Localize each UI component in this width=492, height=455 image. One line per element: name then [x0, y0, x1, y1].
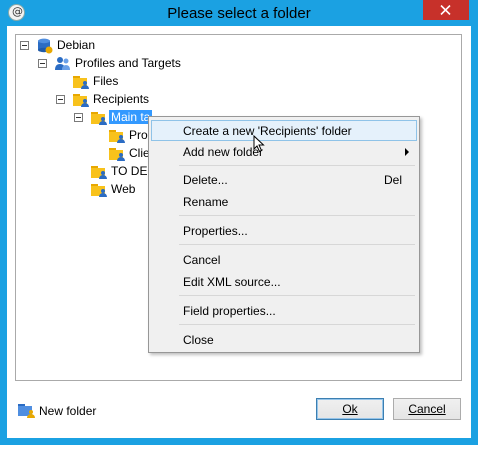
window-title: Please select a folder — [167, 5, 311, 22]
submenu-arrow-icon — [405, 148, 409, 156]
collapse-toggle-debian[interactable] — [20, 41, 29, 50]
menu-item-close[interactable]: Close — [151, 329, 417, 350]
tree-node-profiles-and-targets[interactable]: Profiles and Targets — [73, 56, 183, 70]
folder-person-icon — [91, 111, 107, 125]
collapse-toggle-profiles[interactable] — [38, 59, 47, 68]
cancel-button[interactable]: Cancel — [393, 398, 461, 420]
ok-button[interactable]: Ok — [316, 398, 384, 420]
collapse-toggle-recipients[interactable] — [56, 95, 65, 104]
new-folder-icon — [18, 403, 35, 418]
title-bar[interactable]: @ Please select a folder — [0, 0, 478, 26]
tree-node-main-selected[interactable]: Main ta — [109, 110, 153, 124]
menu-item-rename[interactable]: Rename — [151, 191, 417, 212]
folder-person-icon — [73, 93, 89, 107]
menu-item-cancel[interactable]: Cancel — [151, 249, 417, 270]
context-menu: Create a new 'Recipients' folder Add new… — [148, 116, 420, 353]
folder-person-icon — [91, 183, 107, 197]
tree-node-debian[interactable]: Debian — [55, 38, 97, 52]
close-icon — [440, 5, 451, 15]
close-window-button[interactable] — [423, 0, 469, 20]
folder-person-icon — [91, 165, 107, 179]
menu-separator — [179, 324, 415, 325]
menu-item-create-recipients-folder[interactable]: Create a new 'Recipients' folder — [151, 120, 417, 141]
menu-item-edit-xml-source[interactable]: Edit XML source... — [151, 271, 417, 292]
menu-item-delete[interactable]: Delete... Del — [151, 169, 417, 190]
menu-separator — [179, 295, 415, 296]
menu-item-field-properties[interactable]: Field properties... — [151, 300, 417, 321]
new-folder-label: New folder — [39, 404, 97, 418]
menu-separator — [179, 165, 415, 166]
folder-person-icon — [73, 75, 89, 89]
tree-node-recipients[interactable]: Recipients — [91, 92, 151, 106]
database-icon — [38, 38, 53, 54]
menu-item-add-new-folder[interactable]: Add new folder — [151, 141, 417, 162]
collapse-toggle-main[interactable] — [74, 113, 83, 122]
menu-separator — [179, 215, 415, 216]
menu-separator — [179, 244, 415, 245]
people-icon — [55, 57, 70, 70]
menu-item-properties[interactable]: Properties... — [151, 220, 417, 241]
folder-person-icon — [109, 147, 125, 161]
folder-person-icon — [109, 129, 125, 143]
tree-node-files[interactable]: Files — [91, 74, 120, 88]
tree-node-web[interactable]: Web — [109, 182, 137, 196]
mouse-cursor-icon — [253, 135, 265, 153]
